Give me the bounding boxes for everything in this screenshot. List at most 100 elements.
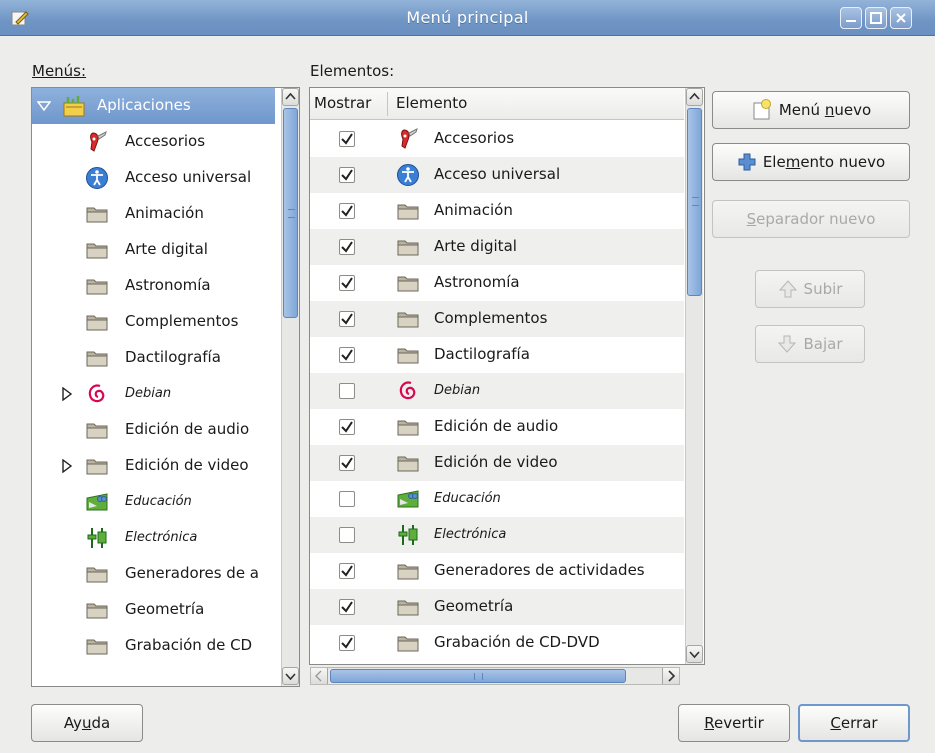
scroll-right-button[interactable] (662, 668, 679, 684)
show-checkbox-checked[interactable] (339, 347, 355, 363)
element-row[interactable]: Accesorios (310, 121, 684, 157)
move-up-button[interactable]: Subir (755, 270, 865, 308)
menus-scroll-thumb[interactable] (283, 108, 298, 318)
title-bar[interactable]: Menú principal (0, 0, 935, 36)
checkmark-icon (341, 133, 353, 145)
expander-collapsed-icon[interactable] (60, 386, 74, 405)
new-separator-button[interactable]: Separador nuevo (712, 200, 910, 238)
tree-item[interactable]: Grabación de CD (32, 628, 275, 664)
show-checkbox-unchecked[interactable] (339, 383, 355, 399)
show-checkbox-checked[interactable] (339, 167, 355, 183)
expander-collapsed-icon[interactable] (60, 458, 74, 477)
elements-list[interactable]: Mostrar Elemento Accesorios Acceso univer… (309, 87, 705, 665)
elements-label: Elementos: (310, 62, 394, 80)
show-checkbox-checked[interactable] (339, 455, 355, 471)
new-menu-button[interactable]: Menú nuevo (712, 91, 910, 129)
element-row[interactable]: Generadores de actividades (310, 553, 684, 589)
elements-horizontal-scrollbar[interactable] (310, 667, 680, 685)
scroll-grip-icon (474, 673, 483, 680)
show-checkbox-checked[interactable] (339, 131, 355, 147)
element-label: Geometría (434, 597, 514, 615)
tree-item[interactable]: Generadores de a (32, 556, 275, 592)
tree-item[interactable]: Arte digital (32, 232, 275, 268)
folder-icon (396, 271, 420, 295)
element-row[interactable]: Acceso universal (310, 157, 684, 193)
column-element-header[interactable]: Elemento (396, 94, 467, 112)
element-row[interactable]: Edición de video (310, 445, 684, 481)
elements-scroll-up-button[interactable] (686, 88, 703, 106)
tree-item[interactable]: Electrónica (32, 520, 275, 556)
menus-vertical-scrollbar[interactable] (281, 88, 299, 686)
minimize-button[interactable] (840, 7, 862, 29)
help-button[interactable]: Ayuda (31, 704, 143, 742)
expander-expanded-icon[interactable] (36, 99, 52, 117)
element-row[interactable]: Grabación de CD-DVD (310, 625, 684, 661)
maximize-button[interactable] (865, 7, 887, 29)
move-down-button[interactable]: Bajar (755, 325, 865, 363)
show-checkbox-checked[interactable] (339, 599, 355, 615)
show-checkbox-unchecked[interactable] (339, 527, 355, 543)
tree-item[interactable]: Debian (32, 376, 275, 412)
folder-icon (85, 598, 109, 622)
element-row[interactable]: Debian (310, 373, 684, 409)
element-row[interactable]: Animación (310, 193, 684, 229)
tree-item[interactable]: Educación (32, 484, 275, 520)
horizontal-scroll-thumb[interactable] (330, 669, 626, 683)
show-checkbox-checked[interactable] (339, 239, 355, 255)
column-show-header[interactable]: Mostrar (314, 94, 371, 112)
element-row[interactable]: Geometría (310, 589, 684, 625)
column-separator[interactable] (387, 92, 388, 116)
element-row[interactable]: Electrónica (310, 517, 684, 553)
show-checkbox-checked[interactable] (339, 275, 355, 291)
element-label: Generadores de actividades (434, 561, 645, 579)
show-checkbox-checked[interactable] (339, 311, 355, 327)
element-row[interactable]: Astronomía (310, 265, 684, 301)
element-label: Animación (434, 201, 513, 219)
element-row[interactable]: Dactilografía (310, 337, 684, 373)
show-checkbox-checked[interactable] (339, 635, 355, 651)
element-row[interactable]: Arte digital (310, 229, 684, 265)
element-label: Acceso universal (434, 165, 561, 183)
tree-item[interactable]: Accesorios (32, 124, 275, 160)
elements-vertical-scrollbar[interactable] (685, 88, 703, 664)
scroll-left-button[interactable] (311, 668, 328, 684)
element-label: Accesorios (434, 129, 515, 147)
tree-item[interactable]: Edición de video (32, 448, 275, 484)
element-label: Complementos (434, 309, 548, 327)
tree-item[interactable]: Geometría (32, 592, 275, 628)
tree-item-label: Complementos (125, 312, 239, 330)
tree-item[interactable]: Edición de audio (32, 412, 275, 448)
show-checkbox-unchecked[interactable] (339, 491, 355, 507)
close-window-button[interactable] (890, 7, 912, 29)
arrow-up-icon (778, 280, 797, 298)
main-menu-dialog: Menú principal Menús: Elementos: Aplicac… (0, 0, 935, 753)
folder-icon (85, 562, 109, 586)
tree-item[interactable]: Complementos (32, 304, 275, 340)
elements-scroll-thumb[interactable] (687, 108, 702, 296)
tree-item[interactable]: Dactilografía (32, 340, 275, 376)
element-label: Astronomía (434, 273, 520, 291)
menus-scroll-down-button[interactable] (282, 667, 299, 685)
show-checkbox-checked[interactable] (339, 563, 355, 579)
menus-label: Menús: (32, 62, 86, 80)
menus-scroll-up-button[interactable] (282, 88, 299, 106)
menus-tree[interactable]: Aplicaciones Accesorios Acceso universal An… (31, 87, 300, 687)
elements-scroll-down-button[interactable] (686, 645, 703, 663)
show-checkbox-checked[interactable] (339, 419, 355, 435)
show-checkbox-checked[interactable] (339, 203, 355, 219)
close-button[interactable]: Cerrar (798, 704, 910, 742)
element-row[interactable]: Educación (310, 481, 684, 517)
tree-item[interactable]: Animación (32, 196, 275, 232)
revert-button[interactable]: Revertir (678, 704, 790, 742)
tree-item-selected[interactable]: Aplicaciones (32, 88, 275, 124)
element-row[interactable]: Edición de audio (310, 409, 684, 445)
checkmark-icon (341, 241, 353, 253)
electronics-icon (85, 526, 109, 550)
tree-item-label: Animación (125, 204, 204, 222)
tree-item-label: Generadores de a (125, 564, 260, 582)
folder-icon (85, 202, 109, 226)
tree-item[interactable]: Acceso universal (32, 160, 275, 196)
new-item-button[interactable]: Elemento nuevo (712, 143, 910, 181)
element-row[interactable]: Complementos (310, 301, 684, 337)
tree-item[interactable]: Astronomía (32, 268, 275, 304)
